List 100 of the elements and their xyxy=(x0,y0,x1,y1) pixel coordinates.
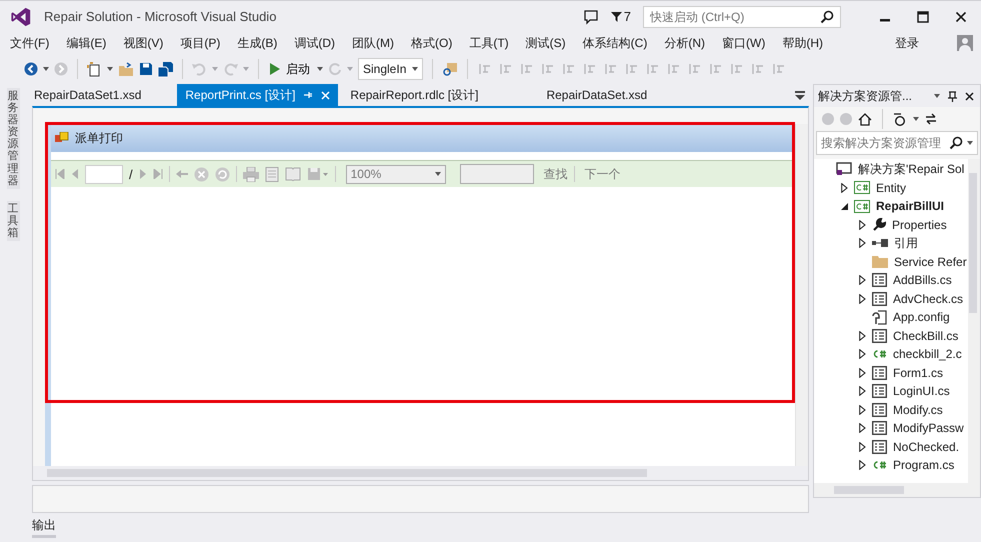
expand-arrow-icon[interactable] xyxy=(840,182,848,193)
notification-count[interactable]: 7 xyxy=(610,9,631,24)
menu-item[interactable]: 分析(N) xyxy=(664,34,705,52)
menu-item[interactable]: 项目(P) xyxy=(180,34,220,52)
tree-item[interactable]: LoginUI.cs xyxy=(893,384,950,398)
configuration-dropdown[interactable]: SingleIn xyxy=(358,58,424,80)
zoom-dropdown[interactable]: 100% xyxy=(346,164,446,184)
side-panel-tab[interactable]: 工具箱 xyxy=(6,200,20,242)
caret-icon[interactable] xyxy=(107,67,113,71)
home-icon[interactable] xyxy=(858,112,872,126)
close-icon[interactable] xyxy=(955,10,967,22)
caret-icon[interactable] xyxy=(967,141,973,145)
next-link[interactable]: 下一个 xyxy=(584,166,621,182)
first-page-icon[interactable] xyxy=(55,169,65,179)
expand-arrow-icon[interactable] xyxy=(858,238,866,248)
tree-item[interactable]: NoChecked. xyxy=(893,440,960,454)
previous-page-icon[interactable] xyxy=(71,169,79,179)
menu-item[interactable]: 测试(S) xyxy=(526,34,566,52)
expand-arrow-icon[interactable] xyxy=(858,368,866,378)
menu-item[interactable]: 调试(D) xyxy=(294,34,335,52)
sync-icon[interactable] xyxy=(925,113,937,125)
document-tab[interactable]: RepairDataSet.xsd xyxy=(538,85,656,105)
stop-icon[interactable] xyxy=(194,166,209,182)
page-icon[interactable] xyxy=(264,166,279,182)
search-field[interactable]: 搜索解决方案资源管理 xyxy=(816,131,978,155)
menu-item[interactable]: 体系结构(C) xyxy=(582,34,648,52)
find-icon[interactable] xyxy=(442,62,458,76)
horizontal-scrollbar[interactable] xyxy=(814,483,980,497)
feedback-icon[interactable] xyxy=(582,8,599,24)
document-tab[interactable]: RepairDataSet1.xsd xyxy=(26,85,150,105)
quick-launch-field[interactable]: 快速启动 (Ctrl+Q) xyxy=(643,6,841,28)
refresh-icon[interactable] xyxy=(214,166,230,182)
open-folder-icon[interactable] xyxy=(118,62,134,76)
page-number-field[interactable] xyxy=(85,164,123,184)
tree-item[interactable]: 引用 xyxy=(894,234,918,252)
collapse-arrow-icon[interactable] xyxy=(840,202,848,210)
expand-arrow-icon[interactable] xyxy=(858,349,866,360)
sign-in-link[interactable]: 登录 xyxy=(895,34,919,52)
user-avatar-icon[interactable] xyxy=(957,35,973,51)
forward-icon[interactable] xyxy=(840,113,852,125)
tree-item[interactable]: AdvCheck.cs xyxy=(893,292,964,306)
find-field[interactable] xyxy=(460,164,534,184)
menu-item[interactable]: 文件(F) xyxy=(10,34,50,52)
menu-item[interactable]: 格式(O) xyxy=(411,34,452,52)
search-icon[interactable] xyxy=(949,136,963,150)
tree-item[interactable]: Program.cs xyxy=(893,458,954,472)
tree-item[interactable]: Properties xyxy=(892,218,947,232)
expand-arrow-icon[interactable] xyxy=(858,220,866,230)
new-project-icon[interactable] xyxy=(87,62,102,76)
undo-icon[interactable] xyxy=(192,62,207,76)
redo-icon[interactable] xyxy=(223,62,238,76)
tree-item[interactable]: CheckBill.cs xyxy=(893,328,958,343)
start-button[interactable]: 启动 xyxy=(268,60,312,78)
vertical-scrollbar[interactable] xyxy=(968,159,980,483)
document-tab[interactable]: RepairReport.rdlc [设计] xyxy=(342,84,486,106)
caret-icon[interactable] xyxy=(934,94,940,98)
close-icon[interactable] xyxy=(965,92,974,100)
align-left-icon[interactable] xyxy=(499,62,514,76)
find-link[interactable]: 查找 xyxy=(544,166,568,182)
maximize-icon[interactable] xyxy=(917,10,929,22)
tree-item[interactable]: checkbill_2.c xyxy=(893,347,962,362)
tree-item[interactable]: RepairBillUI xyxy=(876,199,944,214)
menu-item[interactable]: 窗口(W) xyxy=(722,34,766,52)
next-page-icon[interactable] xyxy=(138,169,147,179)
tree-item[interactable]: Modify.cs xyxy=(893,402,943,417)
tab-list-icon[interactable] xyxy=(795,90,805,100)
export-icon[interactable] xyxy=(306,167,329,181)
book-icon[interactable] xyxy=(284,167,301,181)
back-icon[interactable] xyxy=(24,62,38,76)
tree-item[interactable]: AddBills.cs xyxy=(893,273,952,288)
expand-arrow-icon[interactable] xyxy=(858,423,866,434)
tree-item[interactable]: App.config xyxy=(893,310,950,324)
expand-arrow-icon[interactable] xyxy=(858,275,866,286)
horizontal-scrollbar[interactable] xyxy=(33,466,808,480)
pin-icon[interactable] xyxy=(948,90,957,102)
caret-icon[interactable] xyxy=(317,67,323,71)
save-icon[interactable] xyxy=(139,62,153,76)
search-icon[interactable] xyxy=(820,10,834,24)
caret-icon[interactable] xyxy=(913,117,919,121)
forward-icon[interactable] xyxy=(54,62,68,76)
menu-item[interactable]: 视图(V) xyxy=(123,34,164,52)
back-arrow-icon[interactable] xyxy=(176,169,188,179)
side-panel-tab[interactable]: 服务器资源管理器 xyxy=(6,88,20,189)
print-icon[interactable] xyxy=(242,166,259,182)
expand-arrow-icon[interactable] xyxy=(858,404,866,415)
expand-arrow-icon[interactable] xyxy=(858,460,866,470)
tree-item[interactable]: Service Refer xyxy=(894,254,967,269)
menu-item[interactable]: 工具(T) xyxy=(469,34,509,52)
tree-item[interactable]: Entity xyxy=(876,180,906,195)
expand-arrow-icon[interactable] xyxy=(858,294,866,304)
expand-arrow-icon[interactable] xyxy=(858,386,866,396)
expand-arrow-icon[interactable] xyxy=(858,330,866,341)
menu-item[interactable]: 编辑(E) xyxy=(66,34,106,52)
tree-item[interactable]: ModifyPassw xyxy=(893,421,964,436)
vertical-scrollbar[interactable] xyxy=(795,124,808,466)
last-page-icon[interactable] xyxy=(152,169,163,179)
refresh-icon[interactable] xyxy=(328,62,342,76)
menu-item[interactable]: 团队(M) xyxy=(352,34,394,52)
menu-item[interactable]: 帮助(H) xyxy=(782,34,823,52)
tree-item[interactable]: Form1.cs xyxy=(893,366,944,380)
